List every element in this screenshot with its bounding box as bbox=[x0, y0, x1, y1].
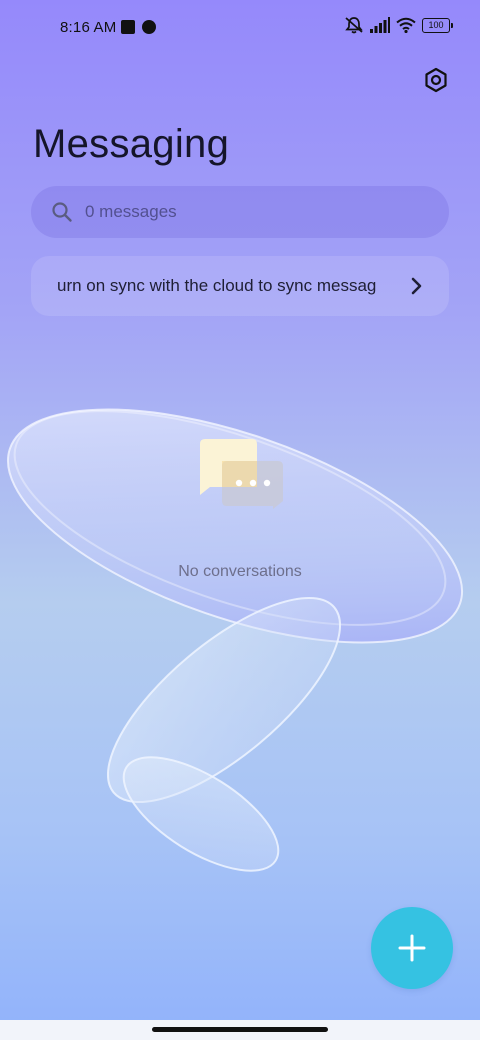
gesture-nav-bar bbox=[0, 1020, 480, 1040]
search-input[interactable]: 0 messages bbox=[31, 186, 449, 238]
search-placeholder: 0 messages bbox=[85, 202, 177, 221]
notification-square-icon bbox=[121, 20, 135, 34]
home-handle[interactable] bbox=[152, 1027, 328, 1032]
status-icons: 100 bbox=[344, 16, 453, 34]
settings-icon bbox=[425, 67, 447, 93]
empty-state-text: No conversations bbox=[178, 563, 302, 580]
wifi-icon bbox=[396, 17, 416, 33]
sync-cloud-banner[interactable]: urn on sync with the cloud to sync messa… bbox=[31, 256, 449, 316]
plus-icon bbox=[398, 934, 426, 962]
search-icon bbox=[51, 201, 73, 223]
settings-button[interactable] bbox=[420, 64, 452, 96]
status-time: 8:16 AM bbox=[60, 19, 117, 36]
page-title: Messaging bbox=[33, 122, 230, 166]
status-bar: 8:16 AM 100 bbox=[0, 0, 480, 56]
battery-icon: 100 bbox=[422, 17, 453, 33]
mute-icon bbox=[345, 17, 363, 34]
new-conversation-button[interactable] bbox=[371, 907, 453, 989]
chat-bubbles-icon bbox=[200, 439, 283, 509]
sync-banner-label: urn on sync with the cloud to sync messa… bbox=[57, 276, 377, 295]
signal-icon bbox=[370, 17, 390, 33]
app-notification-icon bbox=[142, 20, 156, 34]
sync-banner-text: urn on sync with the cloud to sync messa… bbox=[57, 276, 391, 296]
chevron-right-icon bbox=[407, 275, 427, 297]
